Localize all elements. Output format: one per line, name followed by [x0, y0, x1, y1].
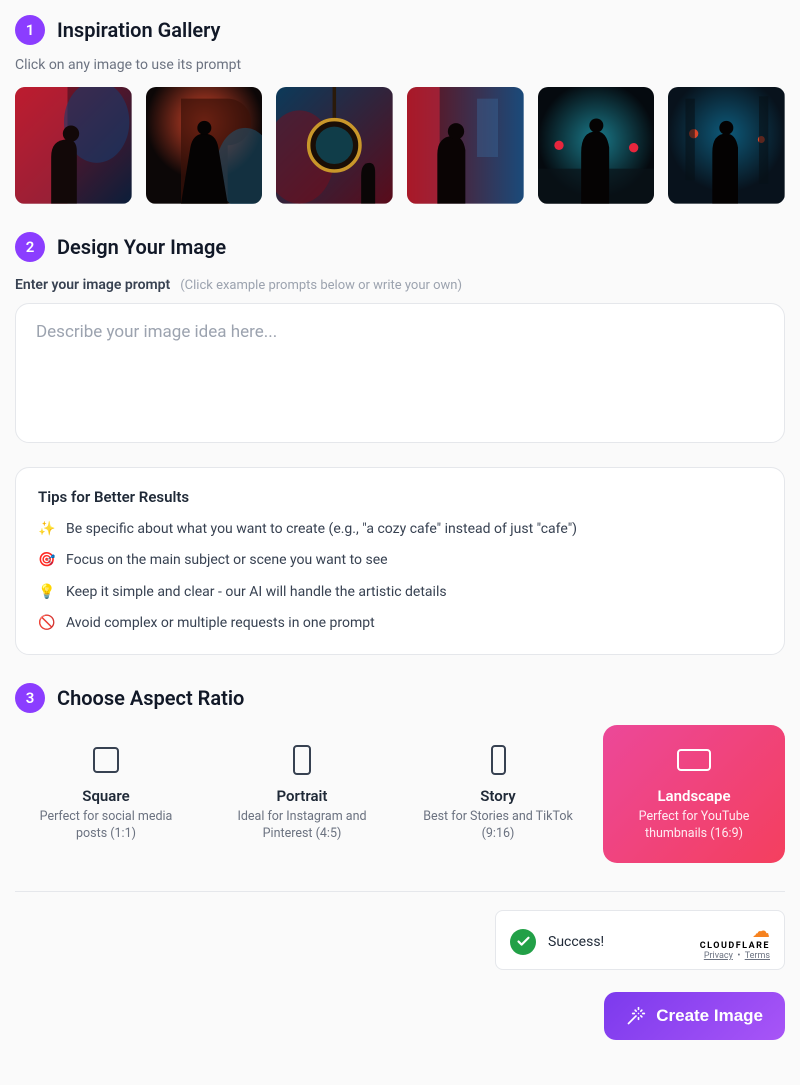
- prohibited-icon: 🚫: [38, 614, 56, 634]
- bulb-icon: 💡: [38, 583, 56, 603]
- step-badge-1: 1: [15, 15, 45, 45]
- ratio-option-landscape[interactable]: Landscape Perfect for YouTube thumbnails…: [603, 725, 785, 863]
- check-icon: [510, 929, 536, 955]
- gallery-thumb[interactable]: [538, 87, 655, 204]
- tip-text: Keep it simple and clear - our AI will h…: [66, 583, 447, 603]
- privacy-link[interactable]: Privacy: [704, 951, 733, 961]
- step-badge-3: 3: [15, 683, 45, 713]
- ratio-desc: Perfect for YouTube thumbnails (16:9): [613, 809, 775, 843]
- ratio-desc: Ideal for Instagram and Pinterest (4:5): [221, 809, 383, 843]
- gallery-thumb[interactable]: [276, 87, 393, 204]
- gallery-thumb[interactable]: [15, 87, 132, 204]
- section-title-design: Design Your Image: [57, 235, 226, 259]
- magic-wand-icon: [626, 1006, 646, 1026]
- ratio-name: Square: [25, 787, 187, 805]
- ratio-option-portrait[interactable]: Portrait Ideal for Instagram and Pintere…: [211, 725, 393, 863]
- gallery-thumb[interactable]: [407, 87, 524, 204]
- tip-text: Focus on the main subject or scene you w…: [66, 551, 388, 571]
- aspect-ratio-grid: Square Perfect for social media posts (1…: [15, 725, 785, 863]
- ratio-option-square[interactable]: Square Perfect for social media posts (1…: [15, 725, 197, 863]
- prompt-hint: (Click example prompts below or write yo…: [180, 278, 462, 293]
- ratio-option-story[interactable]: Story Best for Stories and TikTok (9:16): [407, 725, 589, 863]
- captcha-status: Success!: [548, 934, 604, 950]
- tip-item: ✨ Be specific about what you want to cre…: [38, 520, 762, 540]
- inspiration-gallery: [15, 87, 785, 204]
- tips-title: Tips for Better Results: [38, 488, 762, 506]
- tip-item: 🎯 Focus on the main subject or scene you…: [38, 551, 762, 571]
- ratio-desc: Perfect for social media posts (1:1): [25, 809, 187, 843]
- gallery-thumb[interactable]: [146, 87, 263, 204]
- story-icon: [491, 745, 506, 775]
- ratio-desc: Best for Stories and TikTok (9:16): [417, 809, 579, 843]
- ratio-name: Portrait: [221, 787, 383, 805]
- target-icon: 🎯: [38, 551, 56, 571]
- section-title-gallery: Inspiration Gallery: [57, 18, 220, 42]
- create-image-button[interactable]: Create Image: [604, 992, 785, 1040]
- tip-item: 🚫 Avoid complex or multiple requests in …: [38, 614, 762, 634]
- prompt-input[interactable]: [15, 303, 785, 443]
- cloudflare-logo: ☁ CLOUDFLARE: [700, 923, 770, 951]
- gallery-subtitle: Click on any image to use its prompt: [15, 57, 785, 73]
- tip-text: Be specific about what you want to creat…: [66, 520, 577, 540]
- square-icon: [93, 747, 119, 773]
- section-title-ratio: Choose Aspect Ratio: [57, 686, 244, 710]
- ratio-name: Story: [417, 787, 579, 805]
- portrait-icon: [293, 745, 311, 775]
- prompt-label: Enter your image prompt: [15, 277, 170, 293]
- tip-text: Avoid complex or multiple requests in on…: [66, 614, 375, 634]
- sparkles-icon: ✨: [38, 520, 56, 540]
- cloud-icon: ☁: [752, 923, 770, 941]
- ratio-name: Landscape: [613, 787, 775, 805]
- terms-link[interactable]: Terms: [745, 951, 770, 961]
- landscape-icon: [677, 749, 711, 771]
- tips-card: Tips for Better Results ✨ Be specific ab…: [15, 467, 785, 655]
- step-badge-2: 2: [15, 232, 45, 262]
- create-button-label: Create Image: [656, 1006, 763, 1026]
- divider: [15, 891, 785, 892]
- gallery-thumb[interactable]: [668, 87, 785, 204]
- captcha-widget[interactable]: Success! ☁ CLOUDFLARE Privacy • Terms: [495, 910, 785, 970]
- tip-item: 💡 Keep it simple and clear - our AI will…: [38, 583, 762, 603]
